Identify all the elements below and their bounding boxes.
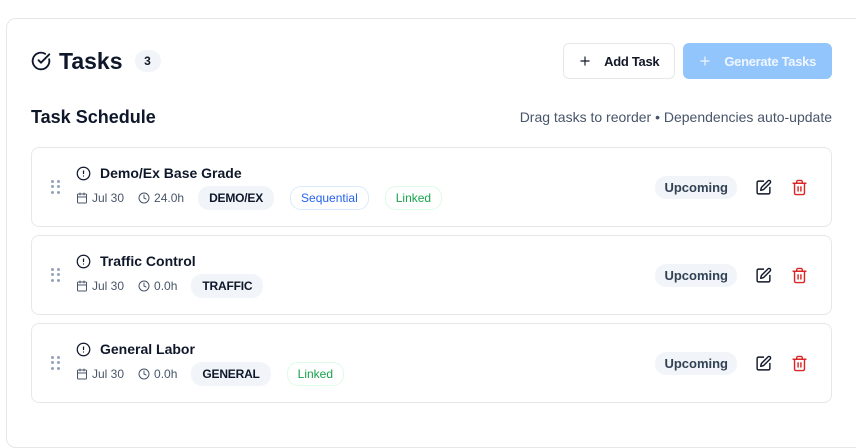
alert-circle-icon bbox=[76, 342, 91, 357]
edit-icon[interactable] bbox=[755, 267, 773, 285]
tasks-header: Tasks 3 Add Task Generate Tasks bbox=[31, 43, 832, 79]
category-badge: GENERAL bbox=[191, 362, 271, 386]
task-actions: Upcoming bbox=[655, 264, 809, 287]
alert-circle-icon bbox=[76, 166, 91, 181]
task-actions: Upcoming bbox=[655, 176, 809, 199]
edit-icon[interactable] bbox=[755, 179, 773, 197]
add-task-label: Add Task bbox=[604, 53, 660, 69]
calendar-icon bbox=[76, 192, 88, 204]
task-body: General Labor Jul 30 0.0h GENERAL Linked bbox=[76, 341, 360, 386]
section-title: Task Schedule bbox=[31, 106, 156, 127]
task-duration: 0.0h bbox=[138, 279, 177, 293]
task-date: Jul 30 bbox=[76, 191, 124, 205]
task-meta: Jul 30 24.0h DEMO/EX Sequential Linked bbox=[76, 186, 458, 210]
grip-vertical-icon[interactable] bbox=[51, 268, 61, 282]
task-title-row: Traffic Control bbox=[76, 253, 279, 269]
category-badge: DEMO/EX bbox=[198, 186, 275, 210]
sequential-badge: Sequential bbox=[290, 186, 369, 210]
task-meta: Jul 30 0.0h GENERAL Linked bbox=[76, 362, 360, 386]
grip-vertical-icon[interactable] bbox=[51, 180, 61, 194]
task-title-row: Demo/Ex Base Grade bbox=[76, 165, 458, 181]
linked-badge: Linked bbox=[286, 362, 345, 386]
status-badge: Upcoming bbox=[655, 176, 737, 199]
status-badge: Upcoming bbox=[655, 264, 737, 287]
status-badge: Upcoming bbox=[655, 352, 737, 375]
task-duration-text: 0.0h bbox=[154, 279, 178, 293]
task-actions: Upcoming bbox=[655, 352, 809, 375]
task-duration-text: 24.0h bbox=[154, 191, 185, 205]
reorder-hint: Drag tasks to reorder • Dependencies aut… bbox=[519, 109, 832, 125]
clock-icon bbox=[138, 368, 150, 380]
plus-icon bbox=[578, 54, 592, 68]
alert-circle-icon bbox=[76, 254, 91, 269]
task-meta: Jul 30 0.0h TRAFFIC bbox=[76, 274, 279, 298]
generate-tasks-button[interactable]: Generate Tasks bbox=[683, 43, 832, 79]
add-task-button[interactable]: Add Task bbox=[563, 43, 676, 79]
task-count-badge: 3 bbox=[134, 50, 161, 72]
calendar-icon bbox=[76, 368, 88, 380]
task-row[interactable]: Traffic Control Jul 30 0.0h TRAFFIC Upco… bbox=[31, 235, 832, 315]
task-duration: 24.0h bbox=[138, 191, 184, 205]
generate-tasks-label: Generate Tasks bbox=[724, 53, 816, 69]
task-list: Demo/Ex Base Grade Jul 30 24.0h DEMO/EX … bbox=[31, 147, 832, 411]
grip-vertical-icon[interactable] bbox=[51, 356, 61, 370]
task-body: Demo/Ex Base Grade Jul 30 24.0h DEMO/EX … bbox=[76, 165, 458, 210]
calendar-icon bbox=[76, 280, 88, 292]
task-body: Traffic Control Jul 30 0.0h TRAFFIC bbox=[76, 253, 279, 298]
task-name: Demo/Ex Base Grade bbox=[100, 165, 242, 181]
task-duration-text: 0.0h bbox=[154, 367, 178, 381]
page-title: Tasks bbox=[59, 47, 123, 74]
trash-icon[interactable] bbox=[791, 179, 809, 197]
clock-icon bbox=[138, 280, 150, 292]
task-title-row: General Labor bbox=[76, 341, 360, 357]
task-row[interactable]: Demo/Ex Base Grade Jul 30 24.0h DEMO/EX … bbox=[31, 147, 832, 227]
trash-icon[interactable] bbox=[791, 355, 809, 373]
task-duration: 0.0h bbox=[138, 367, 177, 381]
task-date: Jul 30 bbox=[76, 279, 124, 293]
task-date-text: Jul 30 bbox=[92, 367, 125, 381]
task-date-text: Jul 30 bbox=[92, 279, 125, 293]
plus-icon bbox=[698, 54, 712, 68]
linked-badge: Linked bbox=[384, 186, 443, 210]
category-badge: TRAFFIC bbox=[191, 274, 264, 298]
trash-icon[interactable] bbox=[791, 267, 809, 285]
task-date-text: Jul 30 bbox=[92, 191, 125, 205]
header-actions: Add Task Generate Tasks bbox=[563, 43, 832, 79]
clock-icon bbox=[138, 192, 150, 204]
schedule-header: Task Schedule Drag tasks to reorder • De… bbox=[31, 105, 832, 129]
task-name: Traffic Control bbox=[100, 253, 196, 269]
task-name: General Labor bbox=[100, 341, 195, 357]
check-circle-icon bbox=[31, 51, 51, 71]
edit-icon[interactable] bbox=[755, 355, 773, 373]
task-date: Jul 30 bbox=[76, 367, 124, 381]
task-row[interactable]: General Labor Jul 30 0.0h GENERAL Linked bbox=[31, 323, 832, 403]
title-group: Tasks 3 bbox=[31, 48, 161, 75]
